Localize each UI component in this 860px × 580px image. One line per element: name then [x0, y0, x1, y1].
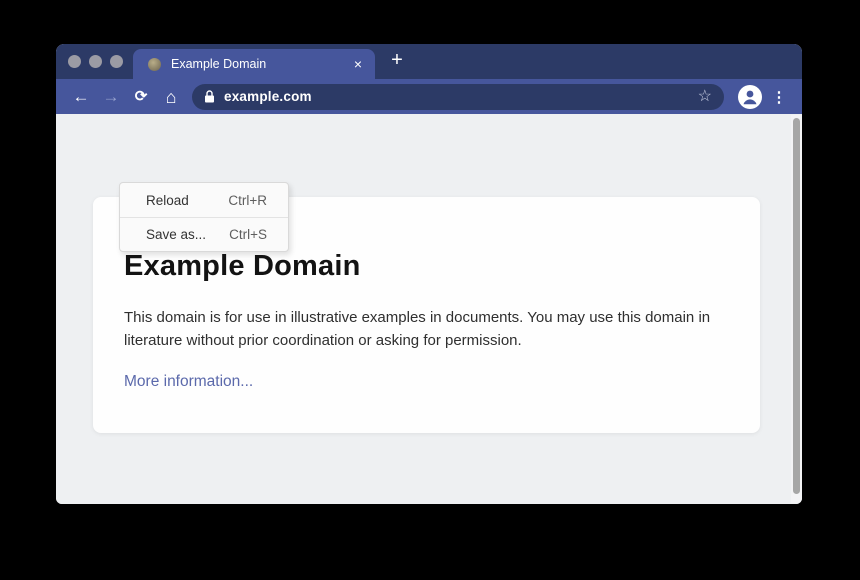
reload-icon[interactable]: ⟳ — [126, 82, 156, 112]
lock-icon — [204, 90, 215, 103]
menu-item-save-as[interactable]: Save as... Ctrl+S — [120, 217, 288, 251]
scrollbar-thumb[interactable] — [793, 118, 800, 494]
person-icon — [738, 85, 762, 109]
menu-item-shortcut: Ctrl+R — [228, 193, 267, 208]
window-maximize-button[interactable] — [110, 55, 123, 68]
overflow-menu-icon[interactable]: ⋮ — [766, 82, 792, 112]
page-viewport: Example Domain This domain is for use in… — [56, 114, 802, 504]
menu-item-reload[interactable]: Reload Ctrl+R — [120, 183, 288, 217]
window-minimize-button[interactable] — [89, 55, 102, 68]
page-paragraph: This domain is for use in illustrative e… — [124, 307, 716, 352]
globe-favicon-icon — [148, 58, 161, 71]
tab-example-domain[interactable]: Example Domain × — [133, 49, 375, 79]
home-icon[interactable]: ⌂ — [156, 82, 186, 112]
browser-window: Example Domain × + ← → ⟳ ⌂ example.com ☆ — [56, 44, 802, 504]
menu-item-label: Save as... — [146, 227, 206, 242]
window-controls — [68, 55, 123, 68]
scrollbar-track[interactable] — [791, 115, 802, 503]
browser-toolbar: ← → ⟳ ⌂ example.com ☆ ⋮ — [56, 79, 802, 114]
page-title: Example Domain — [124, 250, 720, 283]
tab-strip: Example Domain × + — [56, 44, 802, 79]
bookmark-star-icon[interactable]: ☆ — [698, 89, 712, 105]
window-close-button[interactable] — [68, 55, 81, 68]
url-text: example.com — [224, 89, 312, 104]
menu-item-shortcut: Ctrl+S — [229, 227, 267, 242]
more-information-link[interactable]: More information... — [124, 373, 253, 391]
profile-avatar[interactable] — [738, 85, 762, 109]
menu-item-label: Reload — [146, 193, 189, 208]
forward-icon[interactable]: → — [96, 82, 126, 112]
context-menu: Reload Ctrl+R Save as... Ctrl+S — [119, 182, 289, 252]
address-bar[interactable]: example.com ☆ — [192, 84, 724, 110]
back-icon[interactable]: ← — [66, 82, 96, 112]
new-tab-button[interactable]: + — [383, 44, 411, 77]
tab-title: Example Domain — [171, 57, 266, 71]
tab-close-icon[interactable]: × — [354, 57, 362, 71]
